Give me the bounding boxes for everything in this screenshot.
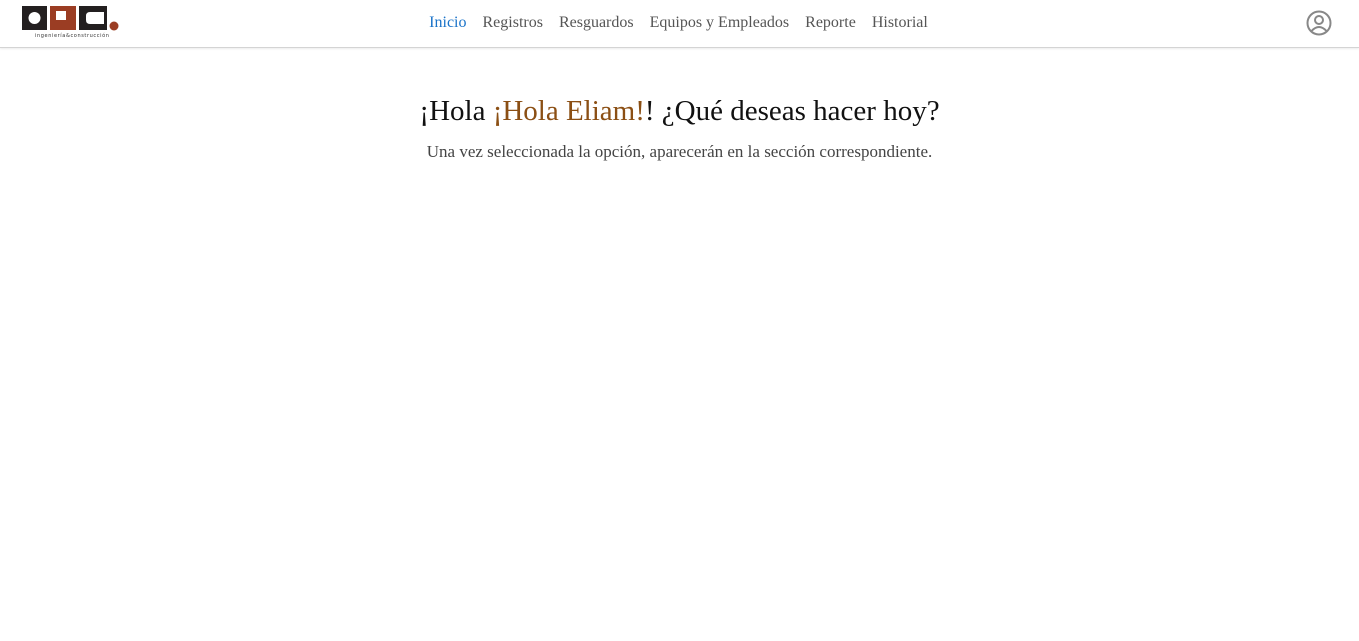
- navbar: ingeniería&construcción Inicio Registros…: [0, 0, 1359, 48]
- greeting-user-name: ¡Hola Eliam!: [492, 95, 645, 127]
- nav-item-reporte[interactable]: Reporte: [805, 14, 856, 32]
- page-title: ¡Hola ¡Hola Eliam!! ¿Qué deseas hacer ho…: [0, 93, 1359, 129]
- page-subtitle: Una vez seleccionada la opción, aparecer…: [426, 142, 933, 161]
- nav-item-resguardos[interactable]: Resguardos: [559, 14, 634, 32]
- greeting-prefix: ¡Hola: [419, 95, 493, 127]
- user-account-button[interactable]: [1306, 10, 1332, 36]
- nav-item-registros[interactable]: Registros: [483, 14, 543, 32]
- user-circle-icon: [1306, 10, 1332, 36]
- nav-item-historial[interactable]: Historial: [872, 14, 928, 32]
- main-content: ¡Hola ¡Hola Eliam!! ¿Qué deseas hacer ho…: [0, 48, 1359, 163]
- main-nav: Inicio Registros Resguardos Equipos y Em…: [0, 0, 1359, 46]
- nav-item-inicio[interactable]: Inicio: [429, 14, 466, 32]
- nav-item-equipos-empleados[interactable]: Equipos y Empleados: [650, 14, 790, 32]
- greeting-suffix: ! ¿Qué deseas hacer hoy?: [644, 95, 940, 127]
